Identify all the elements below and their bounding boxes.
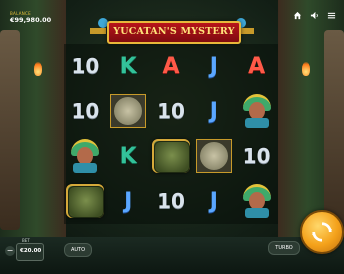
reel-symbol: J	[107, 183, 150, 219]
olmec-head-icon	[151, 139, 190, 173]
warrior-icon	[67, 139, 103, 173]
title-banner: YUCATAN'S MYSTERY	[107, 21, 241, 44]
symbol-j: J	[209, 188, 218, 214]
stone-calendar-icon	[110, 94, 147, 128]
reel-symbol: 10	[150, 183, 193, 219]
reel-symbol	[150, 138, 193, 174]
turbo-button[interactable]: TURBO	[268, 241, 300, 255]
reel-symbol	[235, 183, 278, 219]
reel-4: JJJ	[192, 44, 235, 224]
symbol-10: 10	[71, 99, 100, 123]
bet-decrease-button[interactable]: −	[5, 246, 15, 256]
spin-arrows-icon	[311, 222, 333, 242]
warrior-neck	[244, 208, 269, 218]
symbol-j: J	[124, 188, 133, 214]
reel-symbol: 10	[64, 93, 107, 129]
symbol-a: A	[162, 53, 180, 79]
olmec-face	[68, 186, 105, 218]
reel-5: A 10	[235, 44, 278, 224]
reel-symbol: J	[192, 93, 235, 129]
symbol-10: 10	[242, 144, 271, 168]
spin-button[interactable]	[300, 210, 344, 254]
stone-disc	[113, 96, 144, 126]
symbol-k: K	[119, 143, 137, 169]
reel-symbol: K	[107, 48, 150, 84]
reel-symbol: 10	[235, 138, 278, 174]
symbol-j: J	[209, 98, 218, 124]
symbol-j: J	[209, 53, 218, 79]
reels-grid: 10 10 K K J A 10 10 J J J A 10	[64, 44, 278, 224]
symbol-k: K	[119, 53, 137, 79]
symbol-10: 10	[157, 99, 185, 123]
reel-symbol: J	[192, 183, 235, 219]
reel-symbol	[64, 183, 107, 219]
reel-symbol: J	[192, 48, 235, 84]
right-totem	[324, 30, 344, 230]
symbol-a: A	[248, 53, 266, 79]
reel-symbol	[64, 138, 107, 174]
warrior-icon	[239, 184, 275, 218]
warrior-icon	[239, 94, 275, 128]
left-torch-icon	[34, 62, 42, 76]
reel-symbol: 10	[64, 48, 107, 84]
reel-1: 10 10	[64, 44, 107, 224]
stone-disc	[198, 141, 229, 171]
stone-calendar-icon	[195, 139, 232, 173]
balance-value: €99,980.00	[10, 16, 52, 24]
reel-2: KKJ	[107, 44, 150, 224]
right-torch-icon	[302, 62, 310, 76]
game-scene: BALANCE €99,980.00 YUCATAN'S MYSTERY 10 1…	[0, 0, 344, 274]
reel-symbol: 10	[150, 93, 193, 129]
top-icons	[293, 11, 336, 20]
reel-symbol	[192, 138, 235, 174]
warrior-neck	[244, 118, 269, 128]
olmec-head-icon	[66, 184, 105, 218]
volume-icon[interactable]	[310, 11, 319, 20]
reel-3: A 10 10	[150, 44, 193, 224]
game-title: YUCATAN'S MYSTERY	[113, 26, 235, 37]
reel-symbol	[235, 93, 278, 129]
olmec-face	[153, 141, 190, 173]
warrior-neck	[73, 163, 98, 173]
menu-icon[interactable]	[327, 11, 336, 20]
banner-ornament-left	[90, 28, 106, 34]
home-icon[interactable]	[293, 11, 302, 20]
left-totem	[0, 30, 20, 230]
reel-symbol: K	[107, 138, 150, 174]
bet-label: BET	[22, 238, 30, 243]
symbol-10: 10	[157, 189, 185, 213]
symbol-10: 10	[71, 54, 100, 78]
auto-button[interactable]: AUTO	[64, 243, 92, 257]
reel-symbol: A	[235, 48, 278, 84]
bet-value: €20.00	[20, 248, 42, 254]
reel-symbol: A	[150, 48, 193, 84]
reel-symbol	[107, 93, 150, 129]
